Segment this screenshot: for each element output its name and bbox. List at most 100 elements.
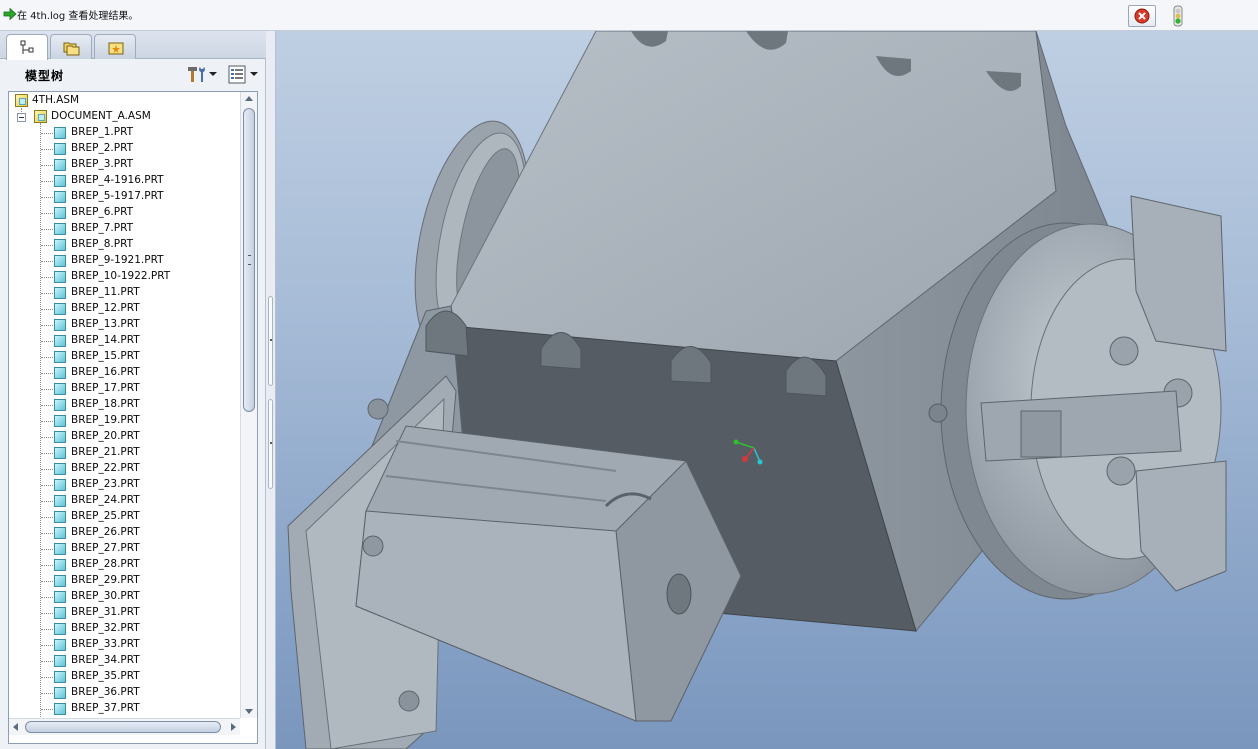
- splitter-grip[interactable]: [268, 296, 273, 386]
- tree-item-part[interactable]: BREP_26.PRT: [9, 525, 239, 541]
- tree-item-part[interactable]: BREP_3.PRT: [9, 157, 239, 173]
- part-icon: [54, 319, 66, 331]
- part-icon: [54, 271, 66, 283]
- part-icon: [54, 543, 66, 555]
- tree-horizontal-scrollbar[interactable]: [9, 718, 240, 735]
- assembly-icon: [34, 110, 47, 123]
- panel-splitter[interactable]: [266, 31, 276, 749]
- tree-item-part[interactable]: BREP_16.PRT: [9, 365, 239, 381]
- part-icon: [54, 687, 66, 699]
- part-icon: [54, 303, 66, 315]
- part-icon: [54, 415, 66, 427]
- tree-item-part[interactable]: BREP_33.PRT: [9, 637, 239, 653]
- tree-item-root[interactable]: 4TH.ASM: [9, 93, 239, 109]
- scroll-down-arrow-icon[interactable]: [245, 709, 253, 714]
- folder-browser-icon: [63, 42, 80, 56]
- vertical-scroll-thumb[interactable]: [243, 108, 255, 412]
- tree-item-sub-assembly[interactable]: DOCUMENT_A.ASM: [9, 109, 239, 125]
- tree-item-part[interactable]: BREP_9-1921.PRT: [9, 253, 239, 269]
- model-tree-title: 模型树: [25, 69, 65, 83]
- part-icon: [54, 399, 66, 411]
- message-text: 在 4th.log 查看处理结果。: [17, 11, 139, 22]
- tree-item-part[interactable]: BREP_4-1916.PRT: [9, 173, 239, 189]
- tree-item-part[interactable]: BREP_1.PRT: [9, 125, 239, 141]
- tree-item-part[interactable]: BREP_5-1917.PRT: [9, 189, 239, 205]
- graphics-window[interactable]: [276, 31, 1258, 749]
- assembly-icon: [15, 94, 28, 107]
- part-icon: [54, 239, 66, 251]
- stop-regeneration-button[interactable]: [1128, 5, 1156, 27]
- stop-icon: [1134, 8, 1150, 24]
- tree-item-part[interactable]: BREP_34.PRT: [9, 653, 239, 669]
- part-icon: [54, 207, 66, 219]
- model-tree-icon: [20, 40, 34, 54]
- tree-item-part[interactable]: BREP_19.PRT: [9, 413, 239, 429]
- part-icon: [54, 367, 66, 379]
- tree-item-part[interactable]: BREP_22.PRT: [9, 461, 239, 477]
- part-icon: [54, 223, 66, 235]
- tree-item-part[interactable]: BREP_12.PRT: [9, 301, 239, 317]
- part-icon: [54, 527, 66, 539]
- tab-favorites[interactable]: [94, 34, 136, 59]
- tree-item-part[interactable]: BREP_25.PRT: [9, 509, 239, 525]
- tree-item-part[interactable]: BREP_7.PRT: [9, 221, 239, 237]
- horizontal-scroll-thumb[interactable]: [25, 721, 221, 733]
- part-icon: [54, 511, 66, 523]
- tree-item-part[interactable]: BREP_28.PRT: [9, 557, 239, 573]
- tree-item-part[interactable]: BREP_37.PRT: [9, 701, 239, 717]
- tree-item-part[interactable]: BREP_27.PRT: [9, 541, 239, 557]
- tree-item-part[interactable]: BREP_35.PRT: [9, 669, 239, 685]
- part-icon: [54, 559, 66, 571]
- tree-item-part[interactable]: BREP_11.PRT: [9, 285, 239, 301]
- tree-item-part[interactable]: BREP_31.PRT: [9, 605, 239, 621]
- tree-item-part[interactable]: BREP_23.PRT: [9, 477, 239, 493]
- part-icon: [54, 479, 66, 491]
- part-icon: [54, 255, 66, 267]
- part-icon: [54, 591, 66, 603]
- part-icon: [54, 287, 66, 299]
- tree-item-part[interactable]: BREP_36.PRT: [9, 685, 239, 701]
- tree-item-part[interactable]: BREP_13.PRT: [9, 317, 239, 333]
- tree-item-part[interactable]: BREP_21.PRT: [9, 445, 239, 461]
- tree-item-part[interactable]: BREP_20.PRT: [9, 429, 239, 445]
- tab-folder-browser[interactable]: [50, 34, 92, 59]
- message-arrow-icon: [3, 7, 17, 21]
- part-icon: [54, 335, 66, 347]
- tree-show-list-icon: [228, 65, 246, 84]
- part-icon: [54, 447, 66, 459]
- model-tree-list: 4TH.ASM DOCUMENT_A.ASM BREP_1.PRT BREP_2…: [9, 92, 239, 718]
- tree-settings-button[interactable]: [185, 63, 219, 87]
- status-traffic-light-icon[interactable]: [1168, 5, 1188, 27]
- tree-item-part[interactable]: BREP_2.PRT: [9, 141, 239, 157]
- scroll-up-arrow-icon[interactable]: [245, 96, 253, 101]
- cad-model-render: [287, 31, 1227, 749]
- tree-item-part[interactable]: BREP_32.PRT: [9, 621, 239, 637]
- tree-show-button[interactable]: [226, 63, 260, 87]
- tree-item-part[interactable]: BREP_10-1922.PRT: [9, 269, 239, 285]
- model-tree[interactable]: 4TH.ASM DOCUMENT_A.ASM BREP_1.PRT BREP_2…: [8, 91, 258, 744]
- part-icon: [54, 703, 66, 715]
- tree-item-part[interactable]: BREP_18.PRT: [9, 397, 239, 413]
- tree-item-part[interactable]: BREP_14.PRT: [9, 333, 239, 349]
- part-icon: [54, 623, 66, 635]
- part-icon: [54, 191, 66, 203]
- scroll-right-arrow-icon[interactable]: [231, 723, 236, 731]
- tree-item-part[interactable]: BREP_30.PRT: [9, 589, 239, 605]
- tree-vertical-scrollbar[interactable]: [240, 92, 257, 718]
- part-icon: [54, 575, 66, 587]
- tree-item-part[interactable]: BREP_8.PRT: [9, 237, 239, 253]
- tree-item-part[interactable]: BREP_6.PRT: [9, 205, 239, 221]
- part-icon: [54, 655, 66, 667]
- scroll-left-arrow-icon[interactable]: [13, 723, 18, 731]
- part-icon: [54, 463, 66, 475]
- part-icon: [54, 671, 66, 683]
- tab-model-tree[interactable]: [6, 34, 48, 60]
- part-icon: [54, 639, 66, 651]
- tree-item-part[interactable]: BREP_24.PRT: [9, 493, 239, 509]
- tree-item-part[interactable]: BREP_17.PRT: [9, 381, 239, 397]
- model-tree-header: 模型树: [0, 59, 266, 91]
- splitter-grip[interactable]: [268, 399, 273, 489]
- part-icon: [54, 351, 66, 363]
- tree-item-part[interactable]: BREP_15.PRT: [9, 349, 239, 365]
- tree-item-part[interactable]: BREP_29.PRT: [9, 573, 239, 589]
